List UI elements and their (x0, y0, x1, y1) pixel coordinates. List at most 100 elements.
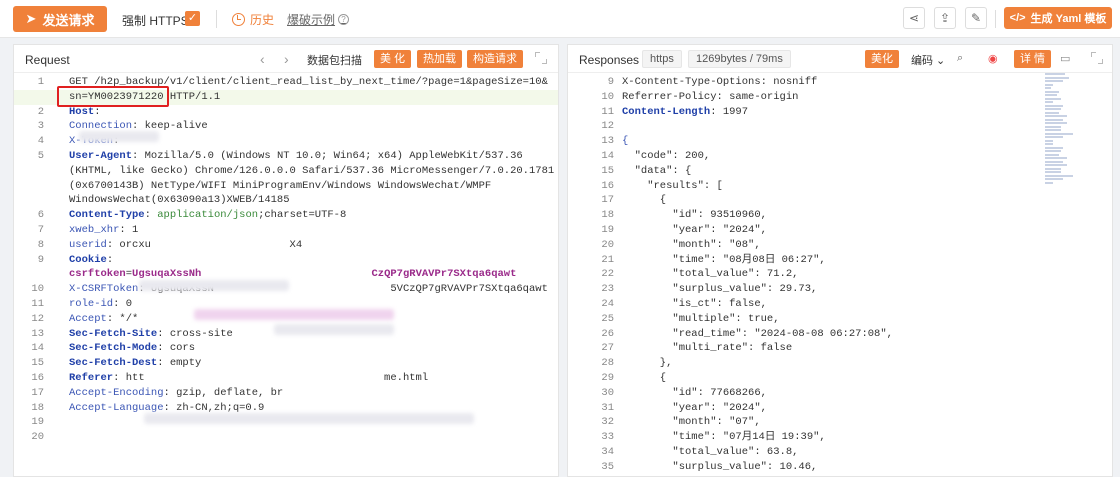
force-https-checkbox[interactable]: ✓ (185, 11, 200, 26)
code-line[interactable]: 24 "is_ct": false, (568, 297, 1112, 312)
code-line[interactable]: 27 "multi_rate": false (568, 341, 1112, 356)
line-number: 17 (601, 194, 614, 207)
code-line[interactable]: 33 "time": "07月14日 19:39", (568, 430, 1112, 445)
code-line[interactable]: 7 xweb_xhr: 1 (14, 223, 558, 238)
line-text: User-Agent: Mozilla/5.0 (Windows NT 10.0… (69, 149, 523, 164)
line-text: xweb_xhr: 1 (69, 223, 138, 238)
code-line[interactable]: 14 Sec-Fetch-Mode: cors (14, 341, 558, 356)
search-icon[interactable]: ⌕ (957, 52, 963, 65)
code-line[interactable]: 17 { (568, 193, 1112, 208)
code-token: : (144, 209, 158, 222)
line-text: Sec-Fetch-Mode: cors (69, 341, 195, 356)
code-line[interactable]: 13 { (568, 134, 1112, 149)
code-line[interactable]: 19 "year": "2024", (568, 223, 1112, 238)
code-token: : orcxu X4 (106, 238, 303, 251)
code-line[interactable]: WindowsWechat(0x63090a13)XWEB/14185 (14, 193, 558, 208)
help-icon[interactable]: ? (338, 14, 350, 25)
code-token: }, (622, 357, 673, 370)
code-line[interactable]: 9 Cookie: (14, 253, 558, 268)
code-line[interactable]: 5 User-Agent: Mozilla/5.0 (Windows NT 10.… (14, 149, 558, 164)
line-number: 18 (601, 209, 614, 222)
code-line[interactable]: 26 "read_time": "2024-08-08 06:27:08", (568, 327, 1112, 342)
line-text: "time": "08月08日 06:27", (622, 253, 825, 268)
code-line[interactable]: 11 Content-Length: 1997 (568, 105, 1112, 120)
chrome-icon[interactable]: ◉ (988, 52, 998, 65)
code-line[interactable]: 21 "time": "08月08日 06:27", (568, 253, 1112, 268)
code-line[interactable]: 25 "multiple": true, (568, 312, 1112, 327)
line-number: 30 (601, 386, 614, 399)
response-beautify-button[interactable]: 美化 (865, 50, 899, 68)
redacted-userid (139, 280, 289, 291)
expand-icon[interactable] (535, 52, 547, 64)
code-line[interactable]: 28 }, (568, 356, 1112, 371)
code-line[interactable]: 20 "month": "08", (568, 238, 1112, 253)
comment-icon[interactable]: ▭ (1060, 52, 1070, 65)
code-line[interactable]: 15 Sec-Fetch-Dest: empty (14, 356, 558, 371)
code-token: "year": "2024", (622, 401, 767, 414)
code-line[interactable]: 23 "surplus_value": 29.73, (568, 282, 1112, 297)
examples-link[interactable]: 爆破示例 ? (287, 11, 350, 28)
code-line[interactable]: (0x6700143B) NetType/WIFI MiniProgramEnv… (14, 179, 558, 194)
response-viewer[interactable]: 9 X-Content-Type-Options: nosniff 10 Referr… (568, 75, 1112, 475)
code-line[interactable]: 16 Referer: htt me.html (14, 371, 558, 386)
line-text: Sec-Fetch-Dest: empty (69, 356, 201, 371)
expand-icon[interactable] (1091, 52, 1103, 64)
line-text: X-Content-Type-Options: nosniff (622, 75, 817, 90)
share-icon[interactable]: ⋖ (903, 7, 925, 29)
code-token: "year": "2024", (622, 223, 767, 236)
history-button[interactable]: 历史 (232, 11, 274, 28)
code-line[interactable]: 34 "total_value": 63.8, (568, 445, 1112, 460)
code-line[interactable]: 17 Accept-Encoding: gzip, deflate, br (14, 386, 558, 401)
code-line[interactable]: 29 { (568, 371, 1112, 386)
line-text: "month": "07", (622, 415, 760, 430)
code-line[interactable]: 8 userid: orcxu X4 (14, 238, 558, 253)
send-request-button[interactable]: ➤ 发送请求 (13, 6, 107, 32)
code-token: { (622, 135, 629, 148)
code-line[interactable]: 30 "id": 77668266, (568, 386, 1112, 401)
chevron-right-icon[interactable]: › (284, 51, 289, 67)
line-text: "code": 200, (622, 149, 711, 164)
hot-load-button[interactable]: 热加载 (417, 50, 462, 68)
line-number: 19 (31, 416, 44, 429)
packet-scan-button[interactable]: 数据包扫描 (307, 52, 362, 68)
line-number: 9 (607, 76, 614, 88)
code-token: Accept (69, 312, 107, 325)
line-number: 10 (601, 90, 614, 103)
code-line[interactable]: 16 "results": [ (568, 179, 1112, 194)
code-line[interactable]: 12 (568, 119, 1112, 134)
line-number: 15 (31, 357, 44, 370)
line-text: { (622, 193, 666, 208)
code-token: "is_ct": false, (622, 297, 767, 310)
edit-icon[interactable]: ✎ (965, 7, 987, 29)
code-line[interactable]: 15 "data": { (568, 164, 1112, 179)
code-line[interactable]: (KHTML, like Gecko) Chrome/126.0.0.0 Saf… (14, 164, 558, 179)
code-line[interactable]: 32 "month": "07", (568, 415, 1112, 430)
details-button[interactable]: 详 情 (1014, 50, 1052, 68)
line-text: "surplus_value": 29.73, (622, 282, 817, 297)
encoding-dropdown[interactable]: 编码 ⌄ (911, 52, 945, 68)
line-text: Content-Type: application/json;charset=U… (69, 208, 346, 223)
divider (995, 10, 996, 28)
code-line[interactable]: 35 "surplus_value": 10.46, (568, 460, 1112, 475)
examples-label: 爆破示例 (287, 13, 336, 27)
code-token: Accept-Language (69, 401, 164, 414)
code-token: Sec-Fetch-Mode (69, 342, 158, 355)
generate-yaml-button[interactable]: </> 生成 Yaml 模板 (1004, 7, 1112, 29)
line-number: 9 (37, 253, 44, 266)
code-token: ;charset=UTF-8 (258, 209, 347, 222)
code-line[interactable]: 22 "total_value": 71.2, (568, 267, 1112, 282)
chevron-left-icon[interactable]: ‹ (260, 51, 265, 67)
construct-request-button[interactable]: 构造请求 (467, 50, 523, 68)
code-line[interactable]: 9 X-Content-Type-Options: nosniff (568, 75, 1112, 90)
code-line[interactable]: 18 "id": 93510960, (568, 208, 1112, 223)
line-number: 16 (601, 179, 614, 192)
export-icon[interactable]: ⇪ (934, 7, 956, 29)
code-token: { (622, 194, 667, 207)
code-line[interactable]: 6 Content-Type: application/json;charset=… (14, 208, 558, 223)
code-line[interactable]: 10 Referrer-Policy: same-origin (568, 90, 1112, 105)
code-line[interactable]: 31 "year": "2024", (568, 401, 1112, 416)
beautify-button[interactable]: 美 化 (374, 50, 412, 68)
code-minimap[interactable] (1045, 73, 1085, 213)
code-line[interactable]: 14 "code": 200, (568, 149, 1112, 164)
code-line[interactable]: 20 (14, 430, 558, 445)
